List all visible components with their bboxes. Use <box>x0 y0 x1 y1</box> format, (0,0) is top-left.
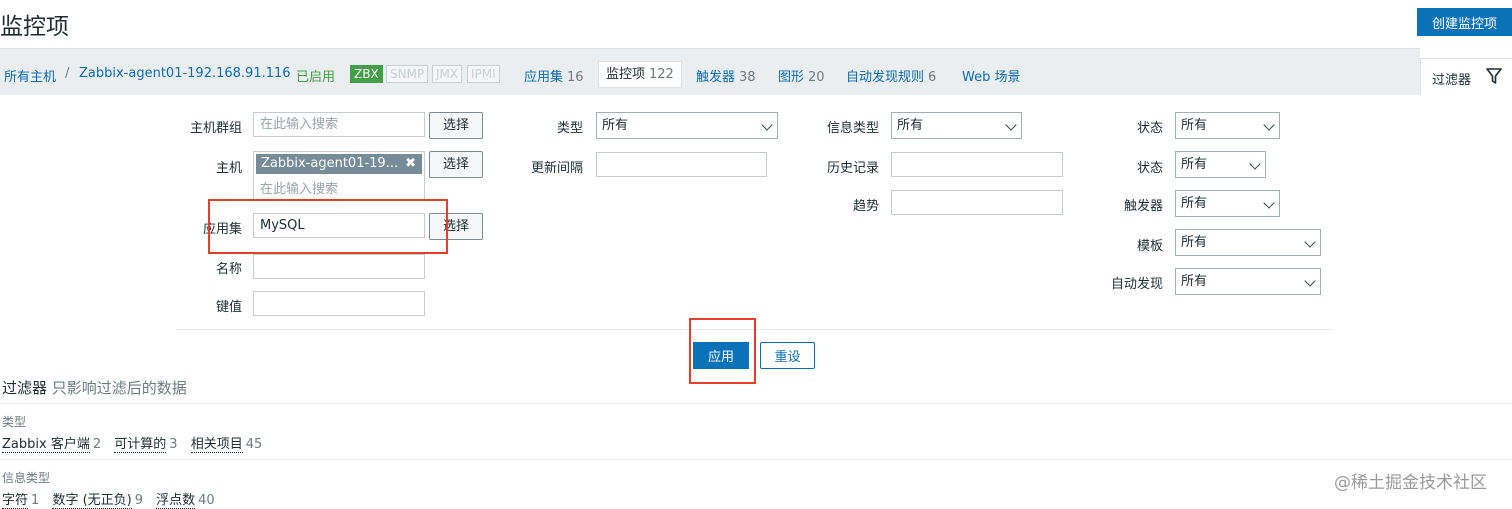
type-select[interactable]: 所有 <box>596 112 778 139</box>
host-group-input[interactable]: 在此输入搜索 <box>253 112 425 137</box>
discovery-label: 自动发现 <box>1110 277 1163 292</box>
watermark: @稀土掘金技术社区 <box>1334 473 1487 493</box>
create-item-button[interactable]: 创建监控项 <box>1417 8 1512 36</box>
breadcrumb-separator: / <box>65 66 70 81</box>
subfilter-heading-info-type: 信息类型 <box>2 471 51 485</box>
host-status-enabled[interactable]: 已启用 <box>296 66 335 85</box>
chevron-down-icon <box>1249 158 1261 170</box>
subfilter-heading-type: 类型 <box>2 415 27 429</box>
breadcrumb-host[interactable]: Zabbix-agent01-192.168.91.116 <box>79 66 291 81</box>
update-interval-input[interactable] <box>596 152 767 177</box>
trends-input[interactable] <box>891 190 1063 215</box>
state-select[interactable]: 所有 <box>1175 112 1280 139</box>
page-title: 监控项 <box>0 14 69 40</box>
nav-link-graphs[interactable]: 图形 20 <box>778 66 825 85</box>
history-input[interactable] <box>891 152 1063 177</box>
subfilter-row-type: Zabbix 客户端 2 可计算的 3 相关项目 45 <box>2 437 263 453</box>
subfilter-title: 过滤器 只影响过滤后的数据 <box>2 379 187 397</box>
filter-icon <box>1486 68 1502 84</box>
update-interval-label: 更新间隔 <box>530 161 583 176</box>
name-input[interactable] <box>253 254 425 279</box>
status-select[interactable]: 所有 <box>1175 151 1266 178</box>
availability-snmp-badge: SNMP <box>386 65 429 83</box>
host-multiselect[interactable]: Zabbix-agent01-19... ✖ 在此输入搜索 <box>253 151 425 200</box>
remove-chip-icon[interactable]: ✖ <box>405 154 416 174</box>
highlight-apply-box <box>689 318 756 384</box>
triggers-label: 触发器 <box>1123 199 1163 214</box>
subfilter-option[interactable]: 相关项目 <box>190 437 243 453</box>
nav-link-items-active[interactable]: 监控项 122 <box>598 61 682 88</box>
filter-tab[interactable]: 过滤器 <box>1420 58 1512 95</box>
host-nav-bar: 所有主机 / Zabbix-agent01-192.168.91.116 已启用… <box>0 48 1420 95</box>
subfilter-option[interactable]: 可计算的 <box>114 437 167 453</box>
nav-link-triggers[interactable]: 触发器 38 <box>696 66 756 85</box>
triggers-select[interactable]: 所有 <box>1175 190 1280 217</box>
nav-link-web-scenarios[interactable]: Web 场景 <box>962 66 1024 85</box>
availability-jmx-badge: JMX <box>432 65 463 83</box>
template-select[interactable]: 所有 <box>1175 229 1321 256</box>
availability-zbx-badge: ZBX <box>350 65 383 83</box>
nav-link-discovery-rules[interactable]: 自动发现规则 6 <box>846 66 936 85</box>
key-label: 键值 <box>215 300 242 315</box>
info-type-select[interactable]: 所有 <box>891 112 1022 139</box>
state-label: 状态 <box>1136 121 1163 136</box>
subfilter-divider <box>0 403 1512 404</box>
availability-ipmi-badge: IPMI <box>467 65 500 83</box>
reset-button[interactable]: 重设 <box>760 342 815 369</box>
chevron-down-icon <box>1263 197 1275 209</box>
filter-tab-label: 过滤器 <box>1432 73 1472 88</box>
host-chip: Zabbix-agent01-19... ✖ <box>256 154 422 174</box>
subfilter-option[interactable]: Zabbix 客户端 <box>2 437 90 453</box>
key-input[interactable] <box>253 291 425 316</box>
chevron-down-icon <box>1304 275 1316 287</box>
chevron-down-icon <box>1005 119 1017 131</box>
info-type-label: 信息类型 <box>826 121 879 136</box>
template-label: 模板 <box>1136 239 1163 254</box>
discovery-select[interactable]: 所有 <box>1175 268 1321 295</box>
nav-link-applications[interactable]: 应用集 16 <box>524 66 584 85</box>
chevron-down-icon <box>1304 236 1316 248</box>
highlight-application-box <box>208 199 448 254</box>
status-label: 状态 <box>1136 161 1163 176</box>
host-group-label: 主机群组 <box>189 121 242 136</box>
chevron-down-icon <box>1263 119 1275 131</box>
host-search-placeholder: 在此输入搜索 <box>260 182 339 197</box>
host-label: 主机 <box>215 161 242 176</box>
subfilter-row-info-type: 字符 1 数字 (无正负) 9 浮点数 40 <box>2 493 215 509</box>
breadcrumb-all-hosts[interactable]: 所有主机 <box>4 66 56 85</box>
type-label: 类型 <box>556 121 583 136</box>
name-label: 名称 <box>215 262 242 277</box>
history-label: 历史记录 <box>826 161 879 176</box>
trends-label: 趋势 <box>852 199 879 214</box>
subfilter-divider <box>0 459 1512 460</box>
